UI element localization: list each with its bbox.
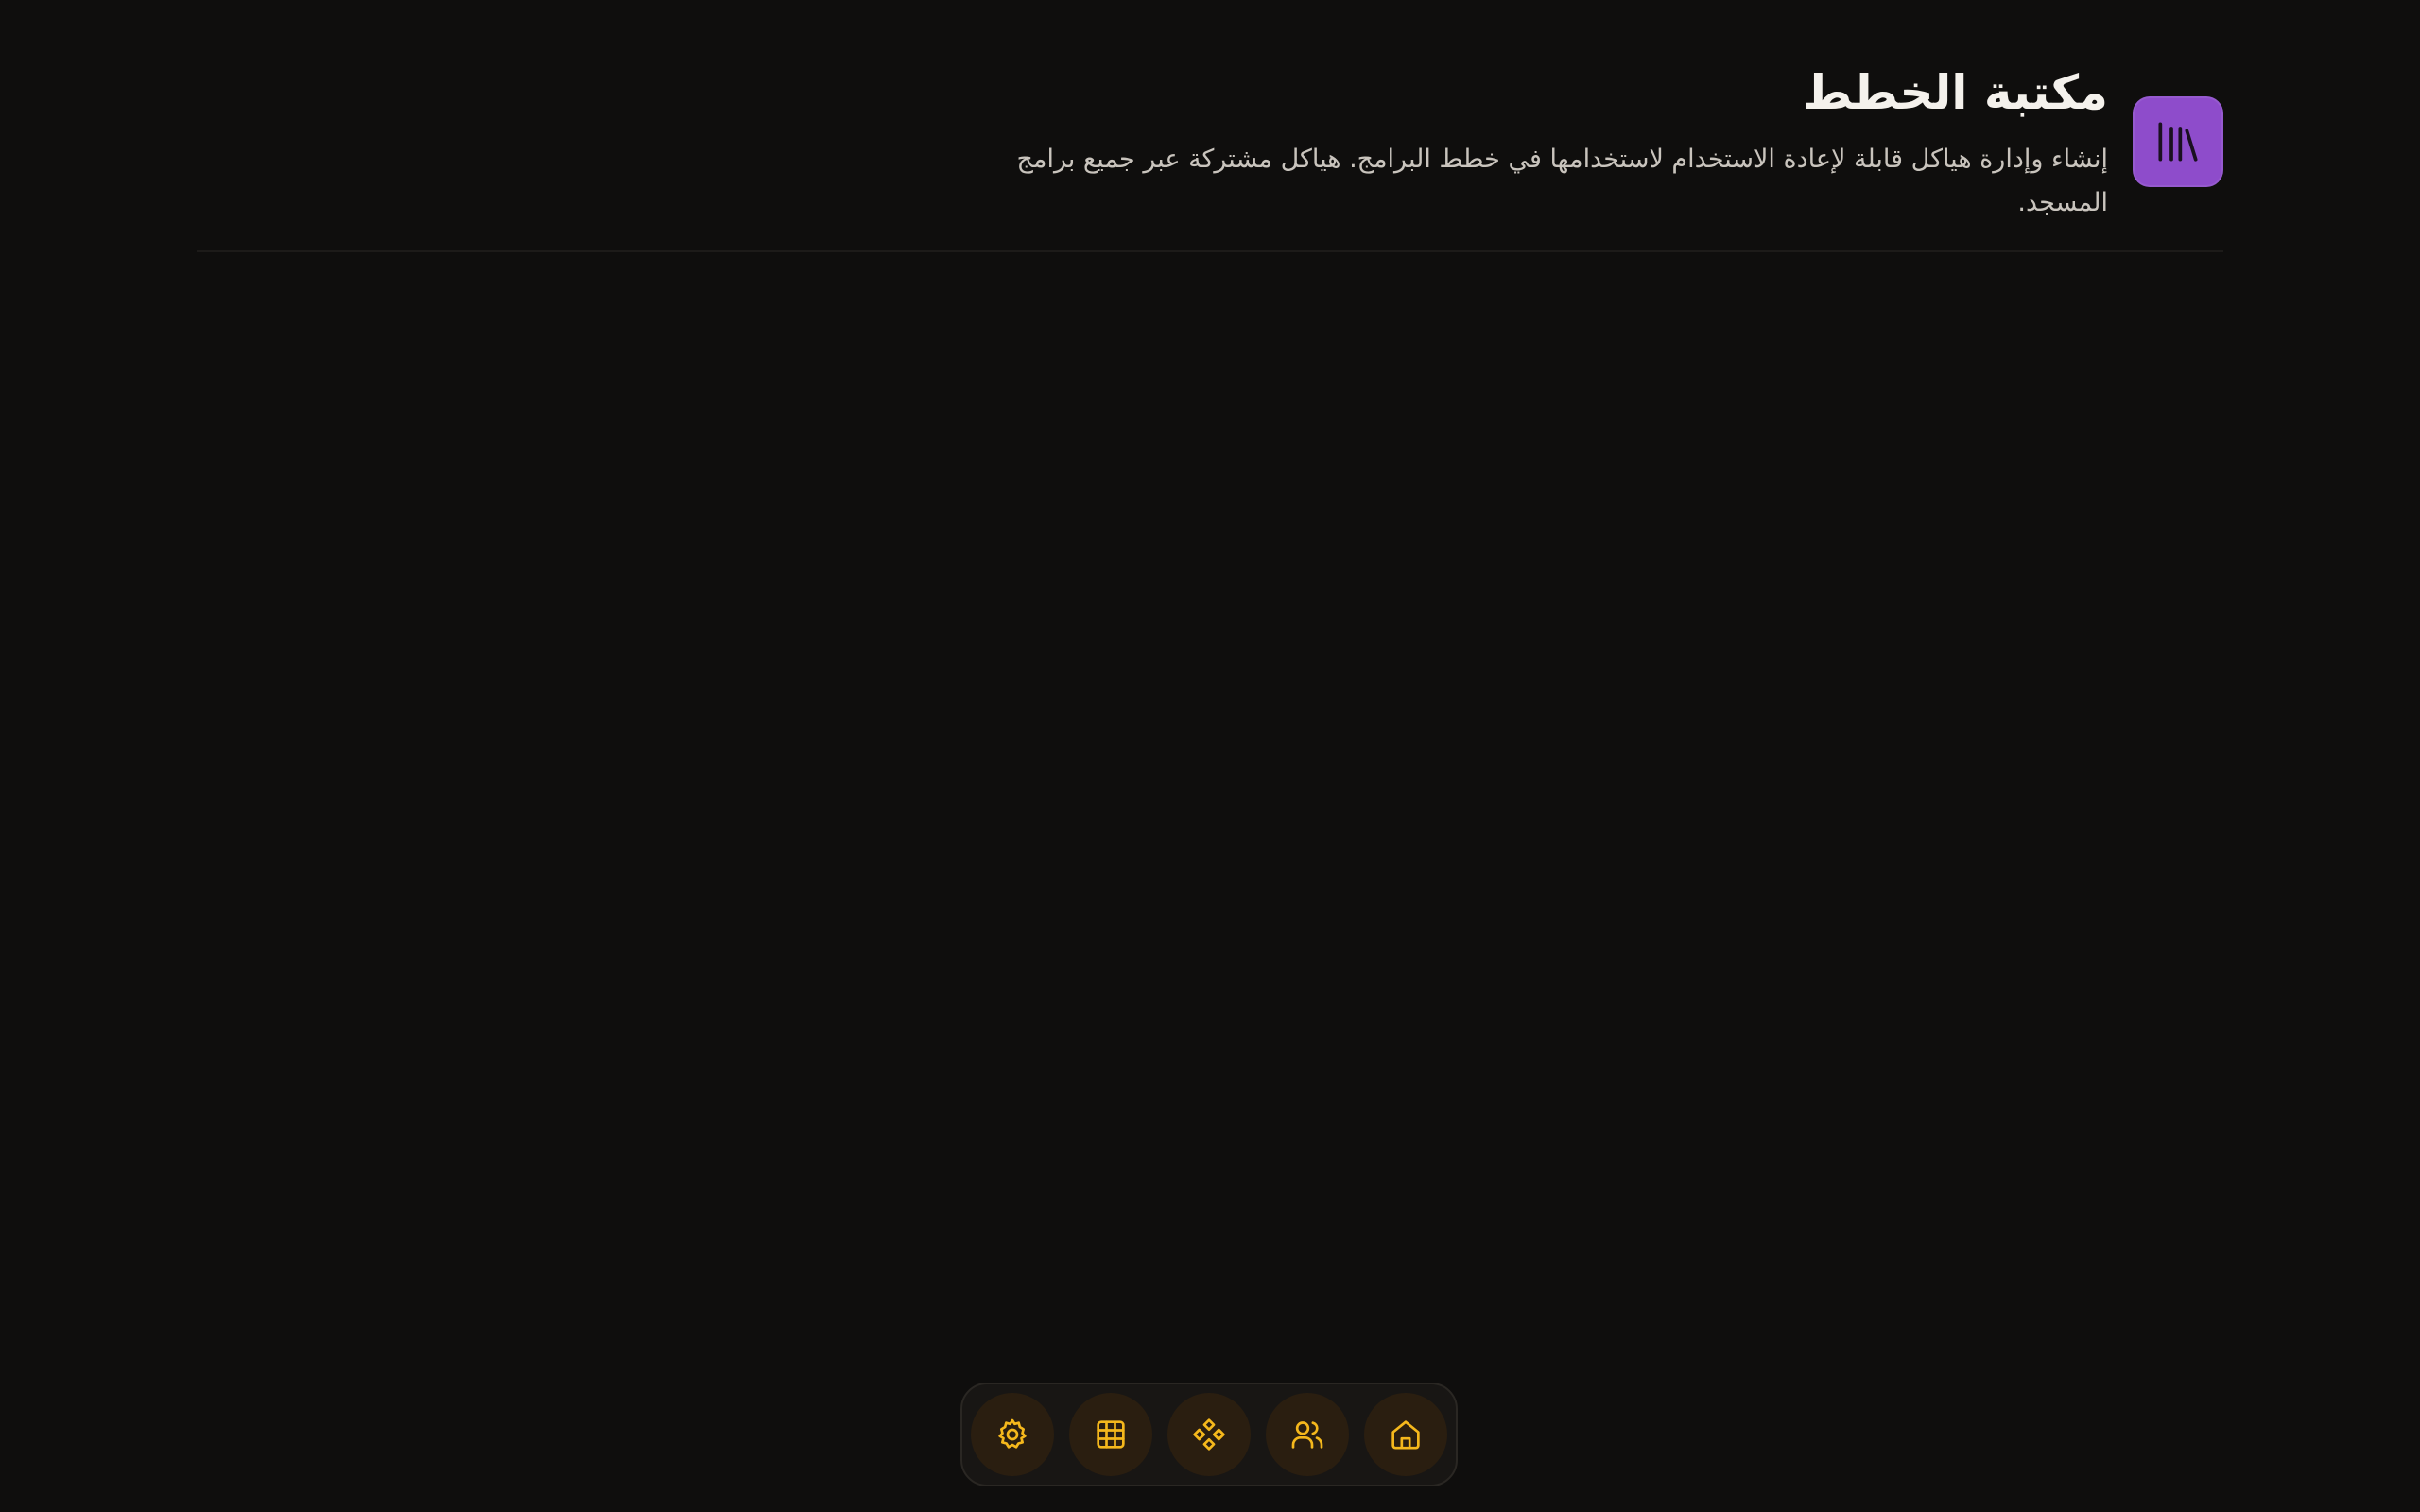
home-button[interactable]: [1364, 1393, 1447, 1476]
components-button[interactable]: [1167, 1393, 1251, 1476]
grid-icon: [1097, 1420, 1125, 1449]
components-icon: [1193, 1418, 1225, 1451]
page-header: مكتبة الخطط إنشاء وإدارة هياكل قابلة لإع…: [197, 62, 2223, 225]
bottom-dock: [960, 1383, 1458, 1486]
home-icon: [1392, 1420, 1420, 1450]
page-title: مكتبة الخطط: [1803, 65, 2108, 120]
page-subtitle: إنشاء وإدارة هياكل قابلة لإعادة الاستخدا…: [1016, 145, 2108, 217]
settings-icon: [998, 1418, 1027, 1449]
header-text: مكتبة الخطط إنشاء وإدارة هياكل قابلة لإع…: [1011, 62, 2108, 225]
library-icon: [2133, 96, 2223, 187]
grid-button[interactable]: [1069, 1393, 1152, 1476]
settings-button[interactable]: [971, 1393, 1054, 1476]
users-button[interactable]: [1266, 1393, 1349, 1476]
users-icon: [1291, 1421, 1323, 1449]
page: مكتبة الخطط إنشاء وإدارة هياكل قابلة لإع…: [0, 0, 2420, 1512]
header-divider: [197, 250, 2223, 252]
